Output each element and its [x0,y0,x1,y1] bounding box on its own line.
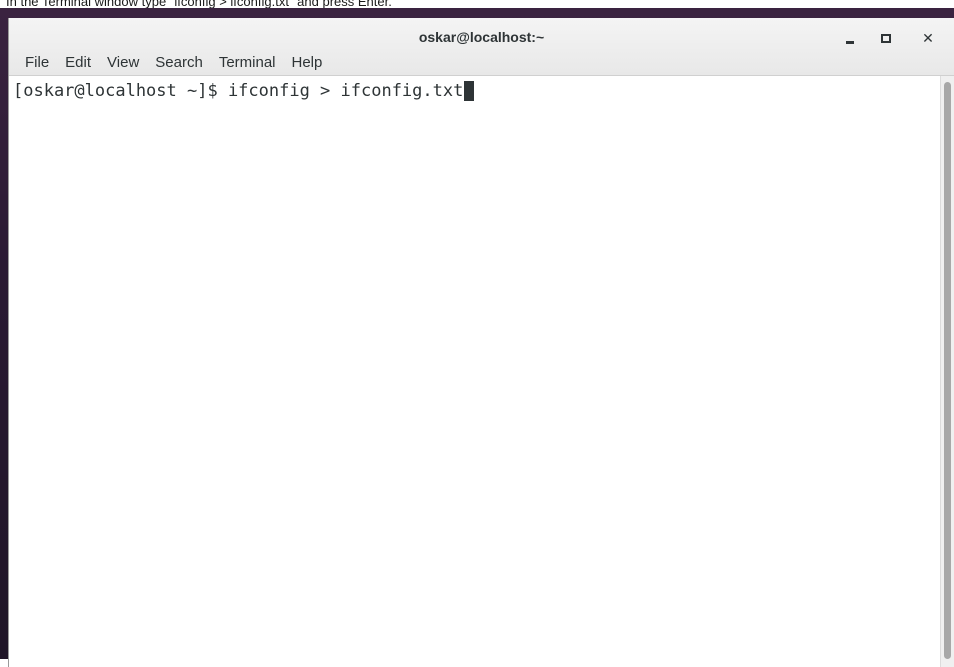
maximize-button[interactable] [874,26,898,50]
instruction-text: In the Terminal window type "ifconfig > … [6,0,392,8]
vertical-scrollbar[interactable] [940,76,954,667]
typed-command: ifconfig > ifconfig.txt [227,81,464,101]
shell-prompt: [oskar@localhost ~]$ [13,81,228,101]
menu-view[interactable]: View [99,50,147,75]
menu-terminal[interactable]: Terminal [211,50,284,75]
menu-search[interactable]: Search [147,50,211,75]
scrollbar-thumb[interactable] [944,82,951,659]
title-bar[interactable]: oskar@localhost:~ ✕ File Edit View Searc… [9,18,954,76]
close-icon: ✕ [922,29,934,46]
terminal-window[interactable]: oskar@localhost:~ ✕ File Edit View Searc… [8,18,954,667]
text-cursor [464,81,475,101]
command-line: [oskar@localhost ~]$ ifconfig > ifconfig… [13,80,936,102]
desktop-background: oskar@localhost:~ ✕ File Edit View Searc… [0,8,954,667]
maximize-icon [881,33,891,43]
menu-edit[interactable]: Edit [57,50,99,75]
menu-bar: File Edit View Search Terminal Help [9,48,330,76]
close-button[interactable]: ✕ [916,26,940,50]
menu-file[interactable]: File [17,50,57,75]
minimize-icon [846,40,854,44]
terminal-output[interactable]: [oskar@localhost ~]$ ifconfig > ifconfig… [9,76,940,667]
minimize-button[interactable] [838,26,862,50]
window-title: oskar@localhost:~ [418,29,545,45]
menu-help[interactable]: Help [284,50,331,75]
